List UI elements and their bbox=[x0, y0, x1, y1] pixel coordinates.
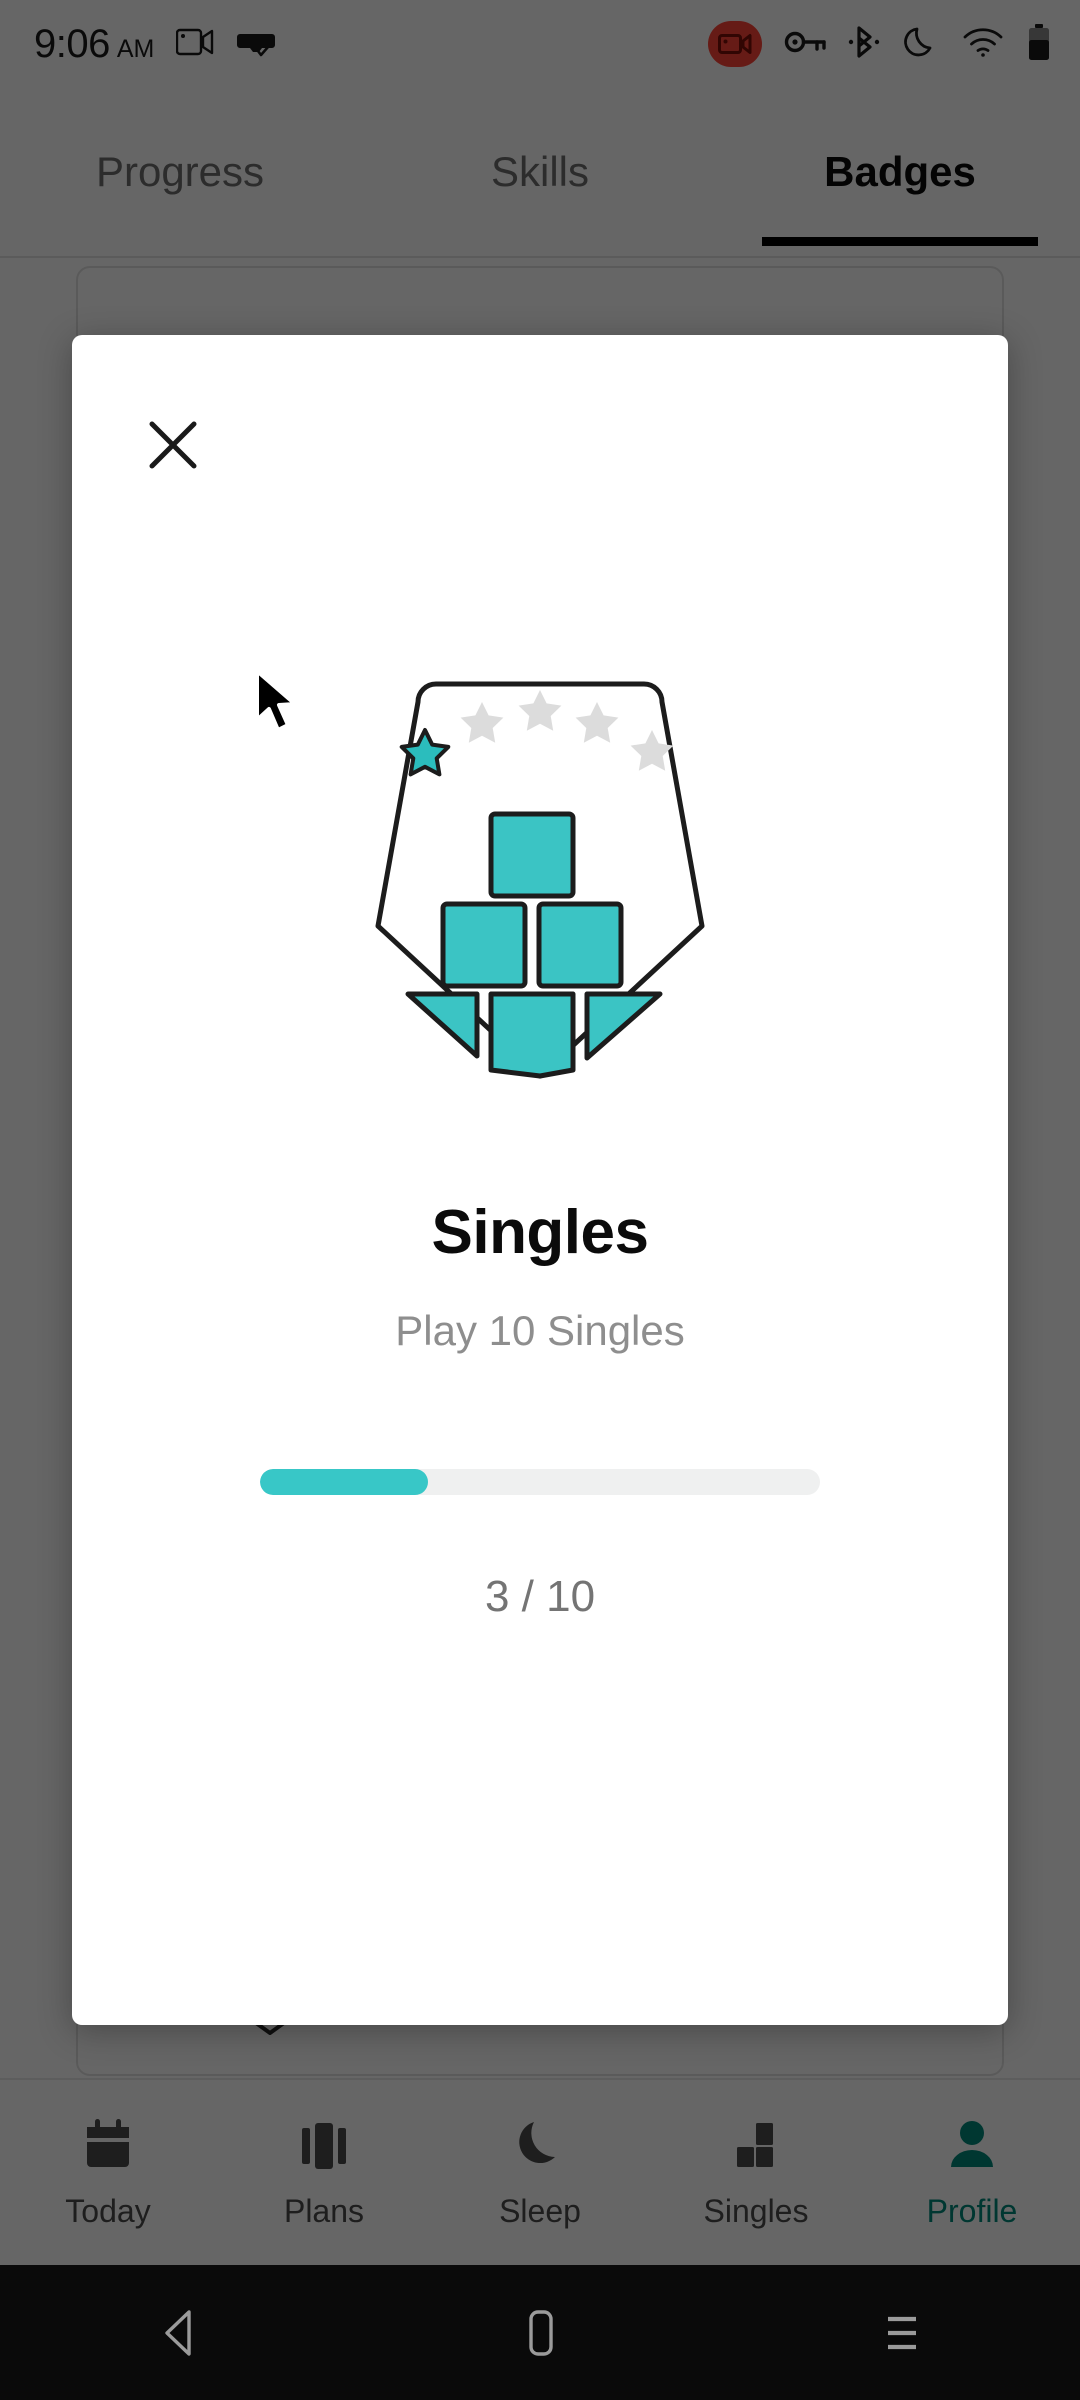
android-home-button[interactable] bbox=[360, 2306, 720, 2360]
home-square-icon bbox=[529, 2309, 553, 2356]
android-navigation-bar[interactable] bbox=[0, 2265, 1080, 2400]
android-back-button[interactable] bbox=[0, 2306, 360, 2360]
badge-detail-modal bbox=[72, 335, 1008, 2025]
close-button[interactable] bbox=[136, 408, 210, 482]
progress-bar-track bbox=[260, 1469, 820, 1495]
android-recents-button[interactable] bbox=[720, 2306, 1080, 2360]
back-triangle-icon bbox=[165, 2309, 191, 2356]
page-title: Singles bbox=[431, 1198, 649, 1267]
badge-subtitle: Play 10 Singles bbox=[395, 1307, 685, 1354]
progress-count-label: 3 / 10 bbox=[484, 1572, 596, 1621]
close-icon bbox=[149, 421, 197, 469]
recents-menu-icon bbox=[888, 2316, 916, 2349]
singles-shield-badge-icon bbox=[375, 681, 705, 1079]
progress-bar-fill bbox=[260, 1469, 428, 1495]
